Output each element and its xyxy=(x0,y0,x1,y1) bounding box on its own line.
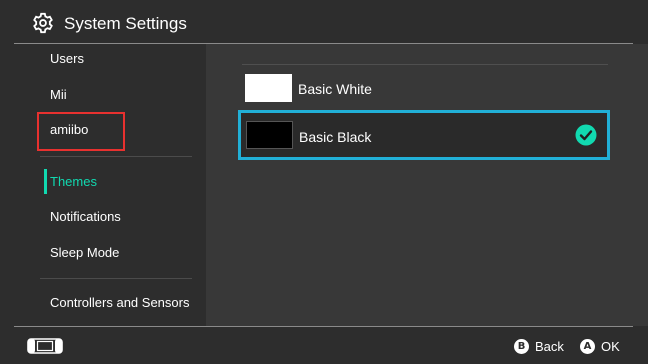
footer-bar: B Back A OK xyxy=(0,327,648,364)
header-bar: System Settings xyxy=(0,0,648,44)
b-button-icon: B xyxy=(514,338,529,354)
back-action[interactable]: B Back xyxy=(514,336,564,356)
sidebar-item-sleep-mode[interactable]: Sleep Mode xyxy=(50,244,119,262)
sidebar-item-users[interactable]: Users xyxy=(50,50,84,68)
highlight-annotation-box xyxy=(37,112,125,151)
themes-panel: Basic White Basic Black xyxy=(206,44,648,326)
sidebar-divider xyxy=(40,156,192,157)
theme-option-label: Basic White xyxy=(298,81,372,97)
theme-option-basic-black[interactable]: Basic Black xyxy=(238,110,610,160)
console-icon xyxy=(27,338,63,354)
sidebar-item-notifications[interactable]: Notifications xyxy=(50,208,121,226)
theme-swatch-white xyxy=(245,74,292,102)
check-icon xyxy=(575,124,597,146)
sidebar-item-mii[interactable]: Mii xyxy=(50,86,67,104)
sidebar-divider xyxy=(40,278,192,279)
sidebar-item-controllers-and-sensors[interactable]: Controllers and Sensors xyxy=(50,294,189,312)
theme-swatch-black xyxy=(246,121,293,149)
a-button-icon: A xyxy=(580,338,595,354)
ok-action[interactable]: A OK xyxy=(580,336,620,356)
list-divider xyxy=(242,64,608,65)
theme-option-basic-white[interactable]: Basic White xyxy=(238,66,610,112)
sidebar: Users Mii amiibo Themes Notifications Sl… xyxy=(0,44,206,326)
back-label: Back xyxy=(535,338,564,354)
gear-icon xyxy=(33,12,53,34)
sidebar-selection-indicator xyxy=(44,169,47,194)
ok-label: OK xyxy=(601,338,620,354)
page-title: System Settings xyxy=(64,14,187,33)
theme-option-label: Basic Black xyxy=(299,129,372,145)
sidebar-item-themes[interactable]: Themes xyxy=(50,173,97,191)
